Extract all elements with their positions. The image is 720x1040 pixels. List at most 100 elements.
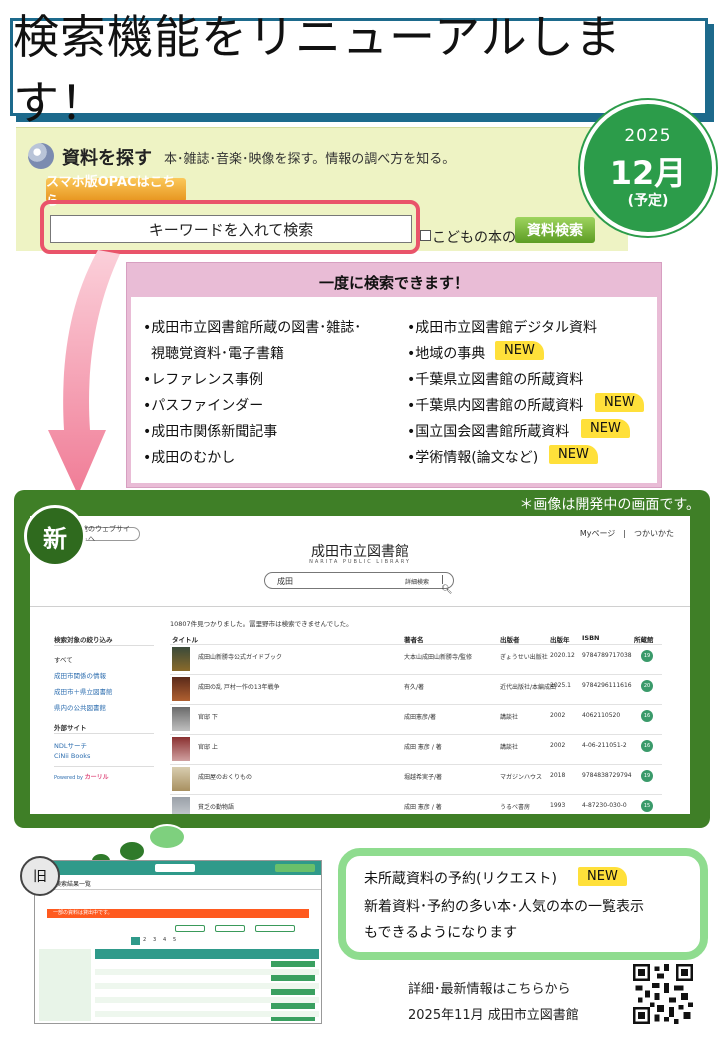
- divider: [54, 645, 154, 646]
- book-isbn: 4-06-211051-2: [582, 742, 627, 749]
- book-title[interactable]: 成田山新勝寺公式ガイドブック: [198, 652, 282, 661]
- external-link[interactable]: CiNii Books: [54, 752, 90, 760]
- book-thumbnail[interactable]: [172, 767, 190, 791]
- speech-bubble-dot: [118, 840, 146, 862]
- divider: [170, 674, 662, 675]
- footer-date-org: 2025年11月 成田市立図書館: [408, 1008, 579, 1023]
- result-count: 10807件見つかりました。冨里野市は検索できませんでした。: [170, 620, 353, 628]
- material-search-button[interactable]: 資料検索: [515, 217, 595, 243]
- feature-item: •パスファインダー: [143, 398, 264, 414]
- development-note: ＊画像は開発中の画面です。: [519, 497, 700, 513]
- opac-heading: 資料を探す: [62, 148, 152, 169]
- book-year: 2002: [550, 712, 566, 719]
- book-isbn: 9784296111616: [582, 682, 632, 689]
- old-control[interactable]: [215, 925, 245, 932]
- book-author: 成田 憲彦 / 著: [404, 744, 442, 751]
- column-header: 所蔵館: [634, 636, 654, 644]
- library-name: 成田市立図書館: [311, 544, 409, 560]
- divider: [35, 889, 321, 890]
- old-page-number[interactable]: 4: [163, 937, 166, 943]
- qr-code-icon[interactable]: [633, 964, 693, 1024]
- book-thumbnail[interactable]: [172, 797, 190, 814]
- info-line: 新着資料･予約の多い本･人気の本の一覧表示: [364, 899, 644, 915]
- book-thumbnail[interactable]: [172, 737, 190, 761]
- old-page-number[interactable]: 2: [143, 937, 146, 943]
- old-row-buttons[interactable]: [271, 961, 315, 1021]
- holdings-count-badge[interactable]: 16: [641, 710, 653, 722]
- info-bubble: 未所蔵資料の予約(リクエスト) NEW 新着資料･予約の多い本･人気の本の一覧表…: [338, 848, 708, 960]
- old-sidebar: [39, 949, 91, 1021]
- external-link[interactable]: NDLサーチ: [54, 740, 87, 750]
- book-thumbnail[interactable]: [172, 677, 190, 701]
- book-year: 2020.12: [550, 652, 575, 659]
- book-author: 堀越希実子/著: [404, 774, 443, 781]
- old-badge-circle: 旧: [20, 856, 60, 896]
- holdings-count-badge[interactable]: 19: [641, 650, 653, 662]
- book-year: 2002: [550, 742, 566, 749]
- new-badge-circle: 新: [24, 505, 86, 567]
- old-control[interactable]: [175, 925, 205, 932]
- search-icon[interactable]: |🔍︎: [441, 575, 453, 595]
- book-isbn: 9784789717038: [582, 652, 632, 659]
- old-header-button[interactable]: [155, 864, 195, 872]
- book-title[interactable]: 貧乏の勤物語: [198, 802, 234, 811]
- release-note: (予定): [627, 193, 669, 209]
- feature-item: •国立国会図書館所蔵資料: [407, 424, 570, 440]
- filter-heading: 検索対象の絞り込み: [54, 636, 113, 644]
- opac-subheading: 本･雑誌･音楽･映像を探す。情報の調べ方を知る。: [164, 152, 456, 167]
- calil-logo: カーリル: [84, 774, 109, 781]
- feature-item: •成田市立図書館所蔵の図書･雑誌･: [143, 320, 362, 336]
- column-header: 出版者: [500, 636, 520, 644]
- book-title[interactable]: 成田屋のおくりもの: [198, 772, 252, 781]
- book-thumbnail[interactable]: [172, 647, 190, 671]
- release-date-badge: 2025 12月 (予定): [580, 100, 716, 236]
- filter-item[interactable]: 成田市関係の情報: [54, 670, 106, 680]
- filter-item[interactable]: 成田市＋県立図書館: [54, 686, 113, 696]
- advanced-search-link[interactable]: 詳細検索: [405, 577, 429, 586]
- holdings-count-badge[interactable]: 19: [641, 770, 653, 782]
- column-header: タイトル: [172, 636, 198, 644]
- old-page-title: 検索結果一覧: [55, 881, 92, 888]
- feature-header: 一度に検索できます！: [318, 274, 469, 292]
- book-author: 成田憲彦/著: [404, 714, 437, 721]
- old-table-header: [95, 949, 319, 959]
- old-notice-bar: 一部の資料は貸出中です。: [47, 909, 309, 918]
- feature-item: •成田市立図書館デジタル資料: [407, 320, 597, 336]
- feature-item: •千葉県立図書館の所蔵資料: [407, 372, 584, 388]
- new-badge: NEW: [581, 419, 630, 438]
- powered-by-text: Powered by: [54, 775, 83, 781]
- feature-item: •レファレンス事例: [143, 372, 263, 388]
- keyword-search-input[interactable]: キーワードを入れて検索: [50, 215, 412, 243]
- feature-item: •千葉県内図書館の所蔵資料: [407, 398, 584, 414]
- book-isbn: 4-87230-030-0: [582, 802, 627, 809]
- old-page-button[interactable]: [131, 937, 140, 945]
- old-page-number[interactable]: 3: [153, 937, 156, 943]
- smartphone-opac-button[interactable]: スマホ版OPACはこちら: [46, 175, 186, 209]
- book-title[interactable]: 官邸 上: [198, 742, 218, 751]
- divider: [170, 764, 662, 765]
- feature-item: •学術情報(論文など): [407, 450, 539, 466]
- filter-item[interactable]: すべて: [54, 654, 73, 664]
- old-header-button[interactable]: [275, 864, 315, 872]
- kids-only-checkbox[interactable]: [420, 230, 431, 241]
- book-title[interactable]: 官邸 下: [198, 712, 218, 721]
- search-value: 成田: [277, 577, 293, 586]
- book-title[interactable]: 成田の乱 戸村一作の13年戦争: [198, 682, 280, 691]
- book-thumbnail[interactable]: [172, 707, 190, 731]
- new-badge: NEW: [595, 393, 644, 412]
- feature-list: •成田市立図書館所蔵の図書･雑誌･ 視聴覚資料･電子書籍 •レファレンス事例 •…: [131, 297, 657, 483]
- column-header: 出版年: [550, 636, 570, 644]
- holdings-count-badge[interactable]: 15: [641, 800, 653, 812]
- top-links[interactable]: Myページ | つかいかた: [580, 528, 674, 539]
- release-month: 12月: [609, 154, 687, 192]
- old-control[interactable]: [255, 925, 295, 932]
- book-author: 成田 憲彦 / 著: [404, 804, 442, 811]
- library-website-link[interactable]: 館のウェブサイトへ: [80, 525, 140, 543]
- filter-item[interactable]: 県内の公共図書館: [54, 702, 106, 712]
- feature-item: 視聴覚資料･電子書籍: [151, 346, 284, 362]
- holdings-count-badge[interactable]: 20: [641, 680, 653, 692]
- new-search-input[interactable]: 成田 詳細検索 |🔍︎: [264, 572, 454, 595]
- old-page-number[interactable]: 5: [173, 937, 176, 943]
- holdings-count-badge[interactable]: 16: [641, 740, 653, 752]
- book-publisher: マガジンハウス: [500, 774, 543, 781]
